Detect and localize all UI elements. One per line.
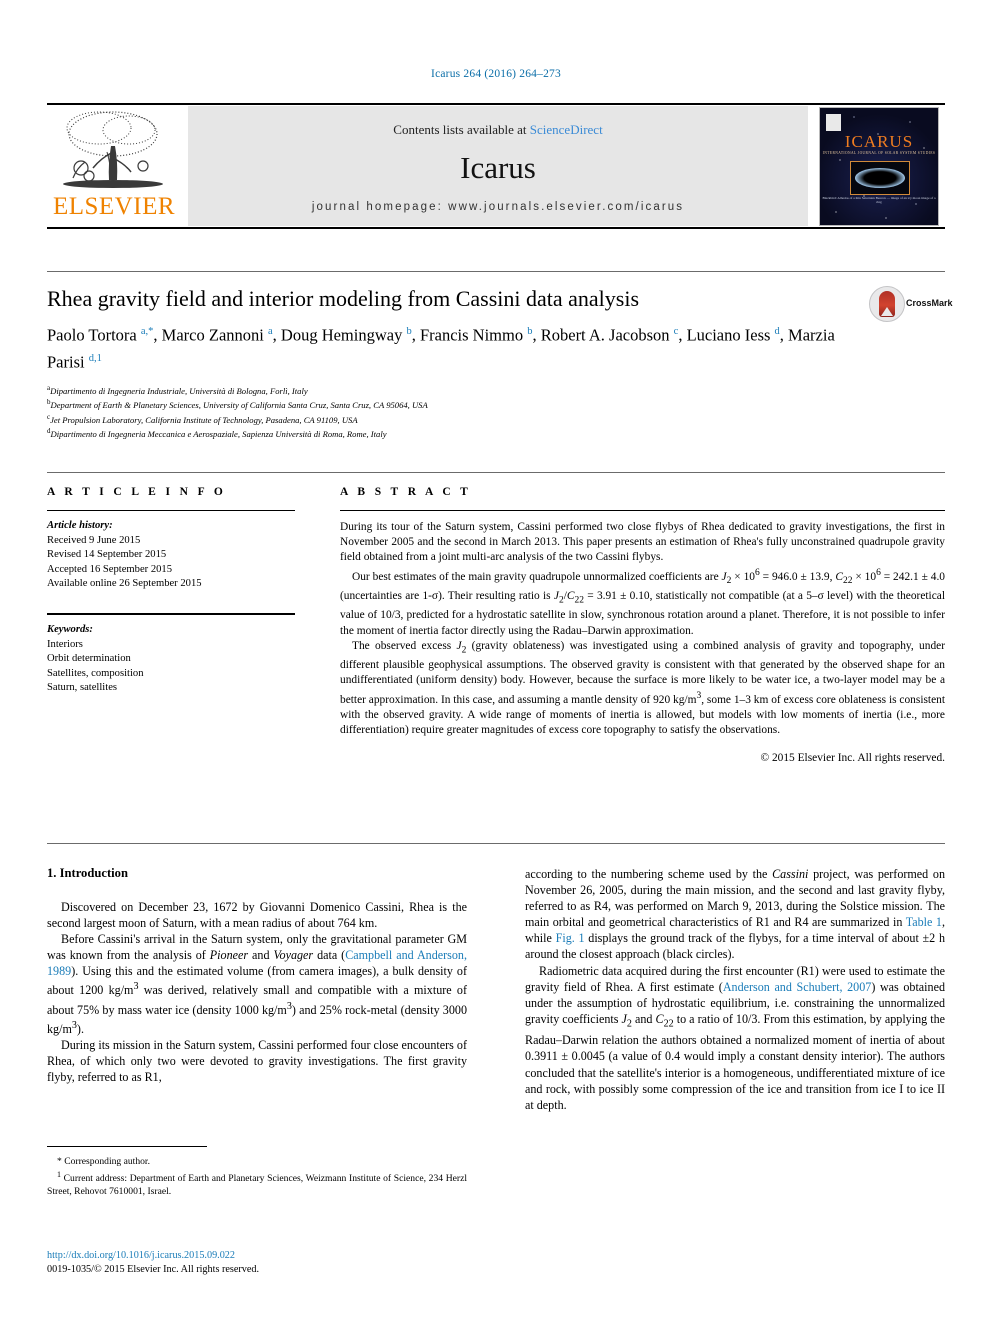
crossmark-label: CrossMark bbox=[906, 298, 953, 308]
abstract-heading: A B S T R A C T bbox=[340, 486, 472, 498]
crossmark-badge[interactable]: CrossMark bbox=[869, 286, 953, 324]
body-right-column: according to the numbering scheme used b… bbox=[525, 866, 945, 1113]
elsevier-tree-icon bbox=[63, 111, 163, 188]
body-paragraph: Radiometric data acquired during the fir… bbox=[525, 963, 945, 1112]
article-history-label: Article history: bbox=[47, 520, 113, 531]
article-history-list: Received 9 June 2015 Revised 14 September… bbox=[47, 534, 309, 592]
footnote-corresponding-author: * Corresponding author. bbox=[57, 1156, 150, 1167]
footnote-current-address: 1 Current address: Department of Earth a… bbox=[47, 1170, 467, 1198]
affiliation-list: aDipartimento di Ingegneria Industriale,… bbox=[47, 383, 847, 441]
doi-link[interactable]: http://dx.doi.org/10.1016/j.icarus.2015.… bbox=[47, 1249, 477, 1263]
body-paragraph: according to the numbering scheme used b… bbox=[525, 867, 945, 962]
article-info-rule bbox=[47, 510, 295, 511]
article-info-column: A R T I C L E I N F O Article history: R… bbox=[47, 486, 309, 696]
keyword-item: Orbit determination bbox=[47, 653, 131, 665]
article-info-heading: A R T I C L E I N F O bbox=[47, 486, 227, 498]
body-paragraph: Discovered on December 23, 1672 by Giova… bbox=[47, 900, 467, 931]
keywords-list: Interiors Orbit determination Satellites, … bbox=[47, 638, 309, 696]
article-history-block: Article history: Received 9 June 2015 Rev… bbox=[47, 519, 309, 592]
abstract-rule bbox=[340, 510, 945, 511]
body-paragraph: Before Cassini's arrival in the Saturn s… bbox=[47, 932, 467, 1036]
keywords-block: Keywords: Interiors Orbit determination Sa… bbox=[47, 623, 309, 696]
page-title: Rhea gravity field and interior modeling… bbox=[47, 286, 640, 311]
sciencedirect-link[interactable]: ScienceDirect bbox=[530, 122, 603, 137]
introduction-left-text: Discovered on December 23, 1672 by Giova… bbox=[47, 899, 467, 1085]
introduction-right-text: according to the numbering scheme used b… bbox=[525, 866, 945, 1113]
title-top-rule bbox=[47, 271, 945, 272]
paper-page: Icarus 264 (2016) 264–273 ELSEVIER Conte… bbox=[0, 0, 992, 1323]
affiliation-c: cJet Propulsion Laboratory, California I… bbox=[47, 412, 358, 425]
abstract-paragraph: During its tour of the Saturn system, Ca… bbox=[340, 521, 945, 564]
journal-masthead: ELSEVIER Contents lists available at Sci… bbox=[47, 103, 945, 229]
cover-elsevier-mark bbox=[826, 114, 841, 131]
abstract-copyright: © 2015 Elsevier Inc. All rights reserved… bbox=[760, 752, 945, 765]
abstract-column: A B S T R A C T During its tour of the S… bbox=[340, 486, 945, 764]
keyword-item: Interiors bbox=[47, 638, 83, 650]
journal-cover-thumbnail[interactable]: ICARUS INTERNATIONAL JOURNAL OF SOLAR SY… bbox=[819, 107, 939, 226]
article-history-item: Received 9 June 2015 bbox=[47, 534, 141, 546]
cover-figure bbox=[850, 161, 910, 195]
keyword-item: Saturn, satellites bbox=[47, 682, 118, 694]
crossmark-icon bbox=[869, 286, 905, 322]
introduction-heading: 1. Introduction bbox=[47, 866, 128, 880]
footnote-block: * Corresponding author. 1 Current addres… bbox=[47, 1155, 467, 1198]
article-history-item: Revised 14 September 2015 bbox=[47, 549, 167, 561]
body-left-column: 1. Introduction Discovered on December 2… bbox=[47, 866, 467, 1085]
keyword-item: Satellites, composition bbox=[47, 667, 144, 679]
running-head: Icarus 264 (2016) 264–273 bbox=[431, 68, 561, 80]
issn-copyright-line: 0019-1035/© 2015 Elsevier Inc. All right… bbox=[47, 1264, 260, 1275]
cover-subtitle: INTERNATIONAL JOURNAL OF SOLAR SYSTEM ST… bbox=[822, 151, 936, 155]
article-history-item: Available online 26 September 2015 bbox=[47, 578, 202, 590]
contents-prefix: Contents lists available at bbox=[393, 122, 530, 137]
author-list: Paolo Tortora a,*, Marco Zannoni a, Doug… bbox=[47, 325, 835, 372]
affiliation-b: bDepartment of Earth & Planetary Science… bbox=[47, 398, 428, 411]
abstract-band-top-rule bbox=[47, 472, 945, 473]
affiliation-a: aDipartimento di Ingegneria Industriale,… bbox=[47, 384, 308, 396]
abstract-band-bottom-rule bbox=[47, 843, 945, 844]
elsevier-logo: ELSEVIER bbox=[47, 106, 180, 226]
contents-available-line: Contents lists available at ScienceDirec… bbox=[188, 122, 808, 138]
abstract-paragraph: The observed excess J2 (gravity oblatene… bbox=[340, 639, 945, 736]
masthead-bottom-rule bbox=[47, 227, 945, 229]
abstract-body: During its tour of the Saturn system, Ca… bbox=[340, 520, 945, 738]
affiliation-d: dDipartimento di Ingegneria Meccanica e … bbox=[47, 427, 387, 440]
journal-title: Icarus bbox=[460, 150, 536, 185]
abstract-paragraph: Our best estimates of the main gravity q… bbox=[340, 567, 945, 637]
elsevier-wordmark: ELSEVIER bbox=[52, 193, 176, 220]
keywords-rule bbox=[47, 612, 295, 615]
body-paragraph: During its mission in the Saturn system,… bbox=[47, 1037, 467, 1085]
keywords-label: Keywords: bbox=[47, 623, 93, 635]
journal-homepage-link[interactable]: journal homepage: www.journals.elsevier.… bbox=[188, 201, 808, 213]
cover-caption: Blackbird: Albedos of a thin Saturnian B… bbox=[822, 196, 936, 204]
footnote-rule bbox=[47, 1146, 207, 1147]
cover-title: ICARUS bbox=[844, 132, 914, 151]
article-history-item: Accepted 16 September 2015 bbox=[47, 563, 173, 575]
masthead-center-panel: Contents lists available at ScienceDirec… bbox=[188, 106, 808, 226]
crossmark-arrow-icon bbox=[881, 307, 893, 316]
masthead-top-rule bbox=[47, 103, 945, 105]
doi-block: http://dx.doi.org/10.1016/j.icarus.2015.… bbox=[47, 1249, 477, 1277]
